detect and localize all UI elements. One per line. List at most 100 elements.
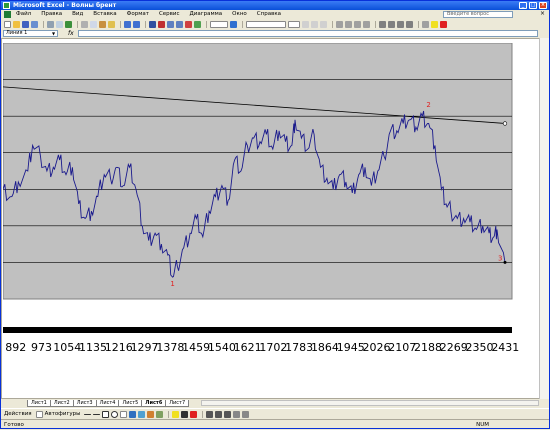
align-left-icon[interactable] <box>336 20 343 28</box>
arrow-style-icon[interactable] <box>224 410 232 418</box>
save-icon[interactable] <box>22 20 29 28</box>
hyperlink-icon[interactable] <box>149 20 156 28</box>
name-box[interactable]: Линия 1 ▼ <box>3 30 58 37</box>
actions-menu[interactable]: Действия <box>4 411 32 417</box>
tab-sheet7[interactable]: Лист7 <box>165 400 190 407</box>
decrease-decimal-icon[interactable] <box>397 20 404 28</box>
shadow-icon[interactable] <box>233 410 241 418</box>
autoshapes-menu[interactable]: Автофигуры <box>45 411 81 417</box>
copy-icon[interactable] <box>90 20 97 28</box>
textbox-tool-icon[interactable] <box>120 410 128 418</box>
menu-chart[interactable]: Диаграмма <box>185 10 228 19</box>
menu-file[interactable]: Файл <box>11 10 36 19</box>
font-select[interactable] <box>246 20 286 28</box>
print-icon[interactable] <box>47 20 54 28</box>
tab-sheet6[interactable]: Лист6 <box>141 400 167 407</box>
undo-icon[interactable] <box>124 20 131 28</box>
bold-icon[interactable] <box>302 20 309 28</box>
x-tick-label: 1378 <box>156 341 184 354</box>
dash-style-icon[interactable] <box>215 410 223 418</box>
minimize-button[interactable]: _ <box>519 2 527 9</box>
line-color-icon[interactable] <box>181 410 189 418</box>
cut-icon[interactable] <box>81 20 88 28</box>
help-icon[interactable] <box>230 20 237 28</box>
new-icon[interactable] <box>4 20 11 28</box>
percent-icon[interactable] <box>379 20 386 28</box>
ask-question-box[interactable]: Введите вопрос <box>443 11 513 18</box>
borders-icon[interactable] <box>422 20 429 28</box>
zoom-select[interactable] <box>210 20 228 28</box>
merge-center-icon[interactable] <box>363 20 370 28</box>
title-bar: Microsoft Excel - Волны брент _ □ × <box>1 1 549 10</box>
preview-icon[interactable] <box>56 20 63 28</box>
3d-icon[interactable] <box>242 410 250 418</box>
align-right-icon[interactable] <box>354 20 361 28</box>
clipart-icon[interactable] <box>147 410 155 418</box>
wordart-icon[interactable] <box>129 410 137 418</box>
x-tick-label: 2431 <box>491 341 519 354</box>
font-size-select[interactable] <box>288 20 300 28</box>
menu-help[interactable]: Справка <box>252 10 286 19</box>
x-tick-label: 1621 <box>234 341 262 354</box>
select-objects-icon[interactable] <box>35 410 43 418</box>
spelling-icon[interactable] <box>65 20 72 28</box>
line-style-icon[interactable] <box>206 410 214 418</box>
fill-color-icon[interactable] <box>431 20 438 28</box>
paste-icon[interactable] <box>99 20 106 28</box>
menu-edit[interactable]: Правка <box>36 10 67 19</box>
menu-tools[interactable]: Сервис <box>154 10 185 19</box>
picture-icon[interactable] <box>156 410 164 418</box>
x-tick-label: 1054 <box>53 341 81 354</box>
chart-area[interactable]: 892 973 1054 1135 1216 1297 1378 1459 1540 1621 17… <box>2 42 533 373</box>
align-center-icon[interactable] <box>345 20 352 28</box>
increase-decimal-icon[interactable] <box>406 20 413 28</box>
menu-view[interactable]: Вид <box>67 10 88 19</box>
formula-input[interactable] <box>77 30 538 37</box>
fill-color-icon[interactable] <box>172 410 180 418</box>
close-button[interactable]: × <box>539 2 547 9</box>
tab-sheet5[interactable]: Лист5 <box>118 400 143 407</box>
tab-sheet1[interactable]: Лист1 <box>27 400 51 407</box>
separator <box>375 20 376 28</box>
font-color-icon[interactable] <box>440 20 447 28</box>
tab-sheet3[interactable]: Лист3 <box>72 400 97 407</box>
line-tool-icon[interactable] <box>84 413 92 415</box>
menu-insert[interactable]: Вставка <box>88 10 121 19</box>
separator <box>43 20 44 28</box>
permission-icon[interactable] <box>31 20 38 28</box>
menu-window[interactable]: Окно <box>227 10 252 19</box>
x-tick-label: 2188 <box>414 341 442 354</box>
excel-doc-icon <box>4 11 11 18</box>
horizontal-scrollbar[interactable] <box>201 400 539 406</box>
open-icon[interactable] <box>13 20 20 28</box>
font-color-icon[interactable] <box>190 410 198 418</box>
underline-icon[interactable] <box>320 20 327 28</box>
rectangle-tool-icon[interactable] <box>102 410 110 418</box>
arrow-tool-icon[interactable] <box>93 413 101 415</box>
tab-sheet4[interactable]: Лист4 <box>95 400 120 407</box>
diagram-icon[interactable] <box>138 410 146 418</box>
sort-desc-icon[interactable] <box>176 20 183 28</box>
tab-sheet2[interactable]: Лист2 <box>49 400 74 407</box>
redo-icon[interactable] <box>133 20 140 28</box>
vertical-scrollbar[interactable] <box>539 38 549 399</box>
chevron-down-icon[interactable]: ▼ <box>52 31 57 36</box>
format-painter-icon[interactable] <box>108 20 115 28</box>
sort-asc-icon[interactable] <box>167 20 174 28</box>
close-document-icon[interactable]: × <box>540 10 545 17</box>
separator <box>332 20 333 28</box>
separator <box>242 20 243 28</box>
wave-label: 3 <box>498 255 502 263</box>
oval-tool-icon[interactable] <box>111 410 119 418</box>
autosum-icon[interactable] <box>158 20 165 28</box>
trend-line-handle <box>502 121 508 126</box>
chart-wizard-icon[interactable] <box>185 20 192 28</box>
x-tick-label: 2107 <box>388 341 416 354</box>
maximize-button[interactable]: □ <box>529 2 537 9</box>
comma-icon[interactable] <box>388 20 395 28</box>
menu-format[interactable]: Формат <box>122 10 154 19</box>
chart-svg: 892 973 1054113512161297137814591540162117… <box>2 42 533 373</box>
italic-icon[interactable] <box>311 20 318 28</box>
drawing-icon[interactable] <box>194 20 201 28</box>
x-tick-label: 2026 <box>362 341 390 354</box>
